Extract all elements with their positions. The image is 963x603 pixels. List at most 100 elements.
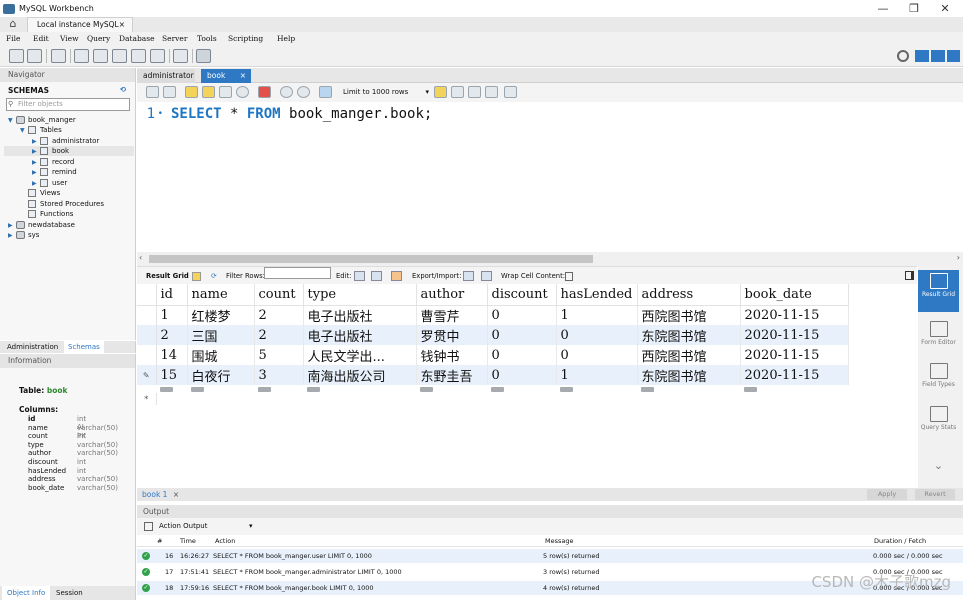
cell-type[interactable]: 电子出版社 — [303, 325, 417, 345]
scroll-thumb[interactable] — [149, 255, 593, 263]
tree-tables[interactable]: ▼ Tables — [20, 125, 62, 135]
column-header-haslended[interactable]: hasLended — [556, 284, 638, 306]
cell-haslended[interactable]: 1 — [556, 365, 638, 385]
tree-table-administrator[interactable]: ▶ administrator — [32, 136, 99, 146]
tab-book[interactable]: book × — [201, 69, 251, 83]
row-header[interactable] — [137, 345, 157, 365]
cell-name[interactable]: 红楼梦 — [187, 305, 255, 325]
cell-book_date[interactable]: 2020-11-15 — [740, 345, 849, 365]
table-row[interactable]: ✎ 15 白夜行 3 南海出版公司 东野圭吾 0 1 东院图书馆 2020-11-15 — [137, 365, 849, 385]
cell-count[interactable]: 3 — [254, 365, 304, 385]
cell-count[interactable]: 5 — [254, 345, 304, 365]
close-tab-icon[interactable]: × — [240, 69, 246, 82]
tab-object-info[interactable]: Object Info — [2, 586, 51, 600]
cell-author[interactable]: 曹雪芹 — [416, 305, 488, 325]
beautify-icon[interactable] — [451, 86, 464, 98]
revert-button[interactable]: Revert — [915, 489, 955, 500]
tab-administration[interactable]: Administration — [7, 341, 58, 353]
refresh-rows-icon[interactable]: ⟳ — [211, 267, 217, 285]
side-form-editor[interactable]: Form Editor — [918, 318, 959, 356]
filter-objects-input[interactable]: Filter objects — [6, 98, 130, 111]
column-header-name[interactable]: name — [187, 284, 255, 306]
close-button[interactable]: ✕ — [930, 0, 960, 17]
connection-tab[interactable]: Local instance MySQL × — [27, 17, 133, 32]
column-header-address[interactable]: address — [637, 284, 741, 306]
cell-author[interactable]: 罗贯中 — [416, 325, 488, 345]
cell-name[interactable]: 白夜行 — [187, 365, 255, 385]
cell-address[interactable]: 西院图书馆 — [637, 345, 741, 365]
output-selector-value[interactable]: Action Output — [159, 518, 207, 535]
side-field-types[interactable]: Field Types — [918, 360, 959, 398]
tree-schema-newdatabase[interactable]: ▶ newdatabase — [8, 220, 75, 230]
cell-count[interactable]: 2 — [254, 325, 304, 345]
toggle-output-icon[interactable] — [931, 50, 945, 62]
tab-session[interactable]: Session — [56, 586, 83, 600]
cell-type[interactable]: 人民文学出... — [303, 345, 417, 365]
apply-button[interactable]: Apply — [867, 489, 907, 500]
refresh-icon[interactable]: ⟲ — [120, 85, 126, 94]
settings-icon[interactable] — [897, 50, 909, 62]
panel-toggle-icon[interactable] — [905, 271, 914, 280]
stop-icon[interactable] — [236, 86, 249, 98]
side-query-stats[interactable]: Query Stats — [918, 403, 959, 441]
create-function-icon[interactable] — [150, 49, 165, 63]
cell-name[interactable]: 围城 — [187, 345, 255, 365]
output-row[interactable]: ✓ 16 16:26:27 SELECT * FROM book_manger.use… — [137, 549, 963, 563]
close-tab-icon[interactable]: × — [119, 18, 125, 32]
new-sql-tab-icon[interactable] — [9, 49, 24, 63]
cell-id[interactable]: 14 — [156, 345, 188, 365]
row-header[interactable] — [137, 325, 157, 345]
column-header-discount[interactable]: discount — [487, 284, 557, 306]
cell-id[interactable]: 2 — [156, 325, 188, 345]
grid-icon[interactable] — [192, 272, 201, 281]
cell-count[interactable]: 2 — [254, 305, 304, 325]
add-row-icon[interactable] — [371, 271, 382, 281]
execute-icon[interactable] — [185, 86, 198, 98]
cell-type[interactable]: 电子出版社 — [303, 305, 417, 325]
cell-discount[interactable]: 0 — [487, 325, 557, 345]
cell-address[interactable]: 东院图书馆 — [637, 365, 741, 385]
menu-query[interactable]: Query — [87, 32, 110, 45]
cell-discount[interactable]: 0 — [487, 305, 557, 325]
scroll-left-icon[interactable]: ‹ — [139, 253, 142, 262]
tree-schema-book-manger[interactable]: ▼ book_manger — [8, 115, 76, 125]
tree-table-user[interactable]: ▶ user — [32, 178, 67, 188]
inspector-icon[interactable] — [51, 49, 66, 63]
column-header-book_date[interactable]: book_date — [740, 284, 849, 306]
cell-haslended[interactable]: 1 — [556, 305, 638, 325]
cell-book_date[interactable]: 2020-11-15 — [740, 305, 849, 325]
reconnect-icon[interactable] — [196, 49, 211, 63]
row-header[interactable]: ✎ — [137, 365, 157, 385]
row-header[interactable] — [137, 305, 157, 325]
minimize-button[interactable]: — — [868, 0, 898, 17]
column-header-type[interactable]: type — [303, 284, 417, 306]
limit-rows-select[interactable]: Limit to 1000 rows ▾ — [343, 86, 429, 98]
sql-editor[interactable]: 1 • SELECT * FROM book_manger.book; — [137, 102, 963, 252]
menu-edit[interactable]: Edit — [33, 32, 49, 45]
tab-administrator[interactable]: administrator — [137, 69, 195, 83]
export-icon[interactable] — [463, 271, 474, 281]
cell-discount[interactable]: 0 — [487, 365, 557, 385]
execute-current-icon[interactable] — [202, 86, 215, 98]
menu-database[interactable]: Database — [119, 32, 155, 45]
tree-schema-sys[interactable]: ▶ sys — [8, 230, 39, 240]
scroll-right-icon[interactable]: › — [957, 253, 960, 262]
cell-id[interactable]: 1 — [156, 305, 188, 325]
explain-icon[interactable] — [219, 86, 232, 98]
copy-icon[interactable] — [144, 522, 153, 531]
search-table-data-icon[interactable] — [173, 49, 188, 63]
tab-schemas[interactable]: Schemas — [64, 341, 104, 353]
tree-stored-procedures[interactable]: Stored Procedures — [28, 199, 104, 209]
commit-icon[interactable] — [280, 86, 293, 98]
cell-book_date[interactable]: 2020-11-15 — [740, 365, 849, 385]
cell-address[interactable]: 东院图书馆 — [637, 325, 741, 345]
find-replace-icon[interactable] — [468, 86, 481, 98]
side-result-grid[interactable]: Result Grid — [918, 270, 959, 312]
open-sql-script-icon[interactable] — [27, 49, 42, 63]
menu-help[interactable]: Help — [277, 32, 295, 45]
cell-author[interactable]: 东野圭吾 — [416, 365, 488, 385]
menu-server[interactable]: Server — [162, 32, 187, 45]
tree-functions[interactable]: Functions — [28, 209, 73, 219]
tree-table-record[interactable]: ▶ record — [32, 157, 74, 167]
column-header-author[interactable]: author — [416, 284, 488, 306]
